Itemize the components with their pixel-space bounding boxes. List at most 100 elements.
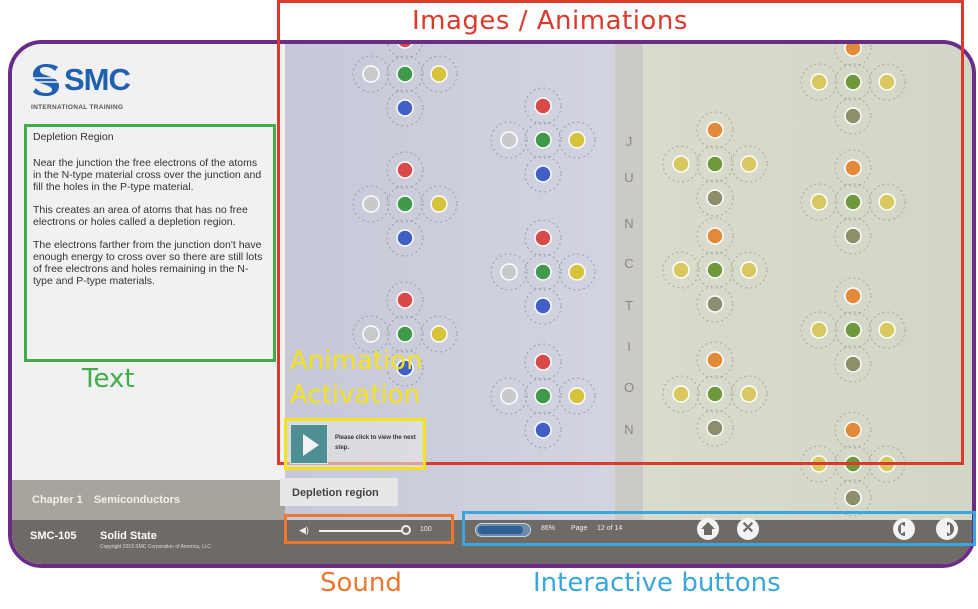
atom — [662, 251, 700, 289]
atom — [420, 315, 458, 353]
atom — [868, 445, 906, 483]
atom — [730, 145, 768, 183]
sound-control: ◀) 100 — [284, 514, 454, 544]
atom — [386, 55, 424, 93]
animation-activation-callout: Animation Activation — [290, 344, 423, 412]
course-code: SMC-105 — [30, 530, 77, 542]
atom — [524, 219, 562, 257]
animation-callout-line: Activation — [290, 380, 421, 410]
atom — [834, 44, 872, 67]
atom — [834, 277, 872, 315]
atom — [352, 185, 390, 223]
atom — [800, 63, 838, 101]
atom — [834, 63, 872, 101]
animation-callout-line: Animation — [290, 346, 423, 376]
lesson-paragraph: The electrons farther from the junction … — [33, 239, 263, 287]
atom — [800, 311, 838, 349]
atom — [558, 377, 596, 415]
atom — [696, 409, 734, 447]
atom — [490, 253, 528, 291]
text-callout: Text — [82, 364, 135, 394]
atom — [386, 44, 424, 59]
atom — [834, 345, 872, 383]
atom — [386, 89, 424, 127]
atom — [834, 411, 872, 449]
atom — [800, 445, 838, 483]
speaker-icon[interactable]: ◀) — [299, 525, 309, 536]
lesson-text: Depletion Region Near the junction the f… — [24, 124, 276, 362]
atom — [834, 97, 872, 135]
atom — [558, 121, 596, 159]
atom — [524, 253, 562, 291]
navigation-controls: 86% Page 12 of 14 ✕ — [462, 511, 976, 546]
atom — [834, 311, 872, 349]
animation-prompt: Please click to view the next step. — [335, 435, 416, 451]
home-icon — [701, 522, 715, 529]
next-button[interactable] — [936, 518, 958, 540]
atom — [696, 145, 734, 183]
atom — [490, 377, 528, 415]
atom — [386, 219, 424, 257]
logo-subtitle: INTERNATIONAL TRAINING — [31, 104, 124, 111]
chapter-bar: Chapter 1 Semiconductors — [12, 480, 285, 520]
course-window: SMC INTERNATIONAL TRAINING Depletion Reg… — [8, 40, 976, 568]
course-title: Solid State — [100, 530, 157, 542]
lesson-paragraph: Near the junction the free electrons of … — [33, 157, 262, 193]
animation-activation: Please click to view the next step. — [284, 418, 426, 470]
exit-button[interactable]: ✕ — [737, 518, 759, 540]
atom — [524, 377, 562, 415]
atom — [834, 183, 872, 221]
volume-value: 100 — [420, 526, 432, 533]
home-button[interactable] — [697, 518, 719, 540]
lesson-heading: Depletion Region — [33, 131, 114, 143]
atom — [524, 121, 562, 159]
atom — [868, 311, 906, 349]
atom — [524, 155, 562, 193]
interactive-buttons-callout: Interactive buttons — [533, 568, 781, 598]
atom — [420, 185, 458, 223]
progress-percent: 86% — [541, 525, 556, 532]
animation-caption: Depletion region — [280, 478, 398, 506]
volume-slider-handle[interactable] — [401, 525, 411, 535]
smc-logo: SMC INTERNATIONAL TRAINING — [30, 58, 170, 111]
page-label: Page — [571, 525, 588, 532]
copyright: Copyright 2013 SMC Corporation of Americ… — [100, 544, 211, 550]
page-number: 12 of 14 — [597, 525, 623, 532]
play-button[interactable] — [290, 424, 328, 464]
atom — [696, 111, 734, 149]
atom — [558, 253, 596, 291]
chapter-name: Semiconductors — [93, 494, 180, 506]
atom — [868, 63, 906, 101]
atom — [696, 375, 734, 413]
atom — [386, 151, 424, 189]
close-icon: ✕ — [741, 520, 755, 537]
logo-wordmark: SMC — [64, 62, 131, 97]
play-icon — [303, 434, 319, 456]
atom — [352, 55, 390, 93]
atom — [524, 87, 562, 125]
atom — [662, 375, 700, 413]
smc-logo-icon — [33, 64, 59, 96]
atom — [696, 285, 734, 323]
atom — [696, 217, 734, 255]
atom — [524, 411, 562, 449]
previous-button[interactable] — [893, 518, 915, 540]
atom — [696, 341, 734, 379]
atom — [662, 145, 700, 183]
atom — [868, 183, 906, 221]
atom — [730, 251, 768, 289]
text-panel: SMC INTERNATIONAL TRAINING Depletion Reg… — [12, 44, 285, 564]
progress-bar — [475, 523, 531, 537]
atom — [386, 185, 424, 223]
atom — [696, 251, 734, 289]
progress-fill — [478, 526, 523, 534]
atom — [490, 121, 528, 159]
atom — [696, 179, 734, 217]
atom — [730, 375, 768, 413]
volume-track[interactable] — [319, 530, 405, 532]
lesson-paragraph: This creates an area of atoms that has n… — [33, 204, 248, 228]
atom — [834, 445, 872, 483]
atom — [834, 149, 872, 187]
images-animations-callout: Images / Animations — [412, 6, 688, 36]
atom — [524, 287, 562, 325]
